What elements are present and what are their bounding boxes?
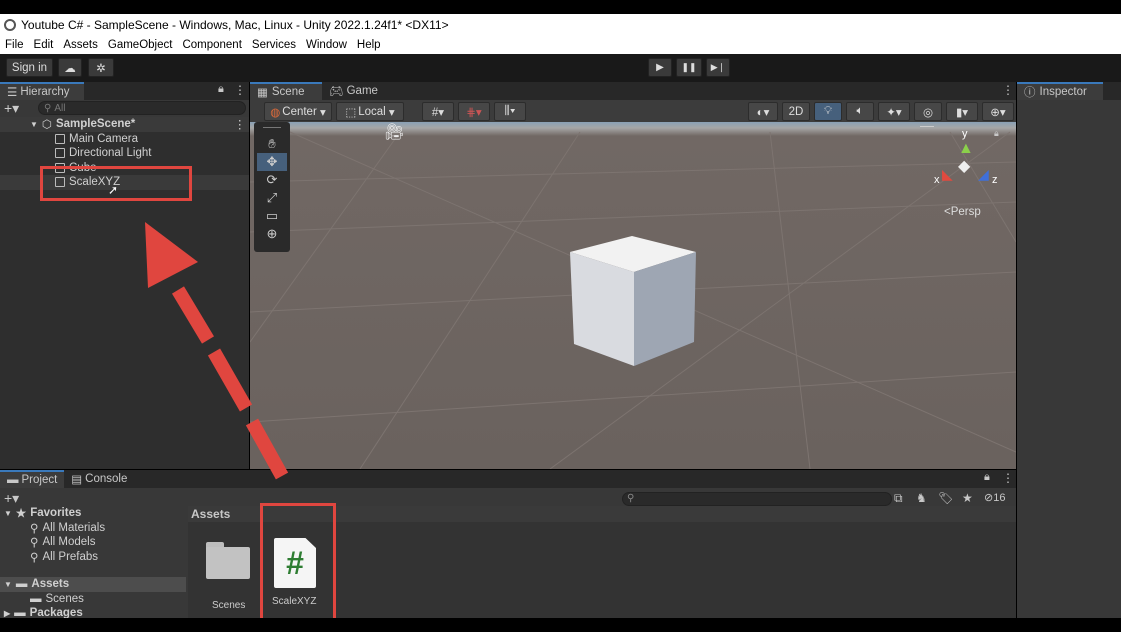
arrow-dash <box>245 418 289 480</box>
annotation-arrow <box>145 222 289 480</box>
arrow-head <box>145 222 198 288</box>
bottom-black-bar <box>0 618 1121 632</box>
arrow-dash <box>207 348 253 412</box>
arrow-dash <box>171 286 215 344</box>
